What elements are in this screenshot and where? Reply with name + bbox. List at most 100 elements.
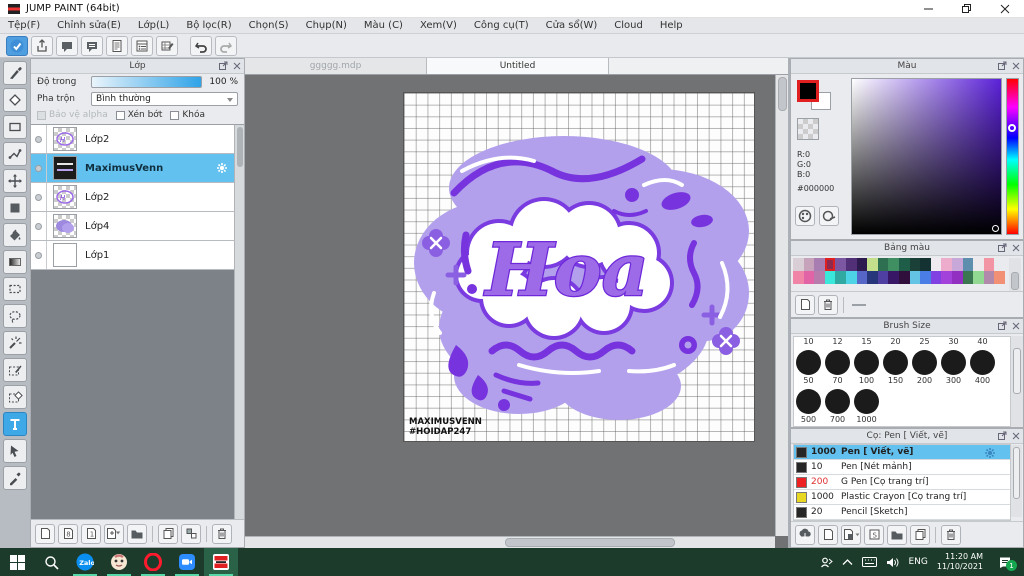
blend-mode-select[interactable]: Bình thường <box>91 92 238 106</box>
tool-move[interactable] <box>3 169 27 193</box>
layer-visibility-toggle[interactable] <box>31 125 47 153</box>
tool-polyline[interactable] <box>3 142 27 166</box>
new-folder-button[interactable] <box>127 523 147 544</box>
brush-settings-gear-icon[interactable] <box>984 447 996 459</box>
layer-settings-gear-icon[interactable] <box>216 162 228 174</box>
delete-brush-button[interactable] <box>941 524 961 545</box>
merge-layer-button[interactable] <box>181 523 201 544</box>
palette-swatch[interactable] <box>856 271 868 284</box>
palette-swatch[interactable] <box>877 258 889 271</box>
brush-size-option[interactable] <box>881 387 910 415</box>
brush-size-option[interactable] <box>823 348 852 376</box>
popout-icon[interactable] <box>997 430 1008 441</box>
palette-swatch[interactable] <box>888 258 899 271</box>
undo-button[interactable] <box>190 35 212 56</box>
palette-swatch[interactable] <box>983 258 995 271</box>
drawing-canvas[interactable]: Hoa MAXIMUSVENN #HOIDAP247 <box>403 92 755 442</box>
palette-swatch[interactable] <box>845 258 857 271</box>
palette-swatch[interactable] <box>973 258 984 271</box>
palette-swatch[interactable] <box>962 258 974 271</box>
menu-item-7[interactable]: Màu (C) <box>364 20 403 31</box>
share-button[interactable] <box>31 35 53 56</box>
opacity-slider[interactable] <box>91 76 202 88</box>
tool-select-rect[interactable] <box>3 277 27 301</box>
new-layer-button[interactable] <box>35 523 55 544</box>
checkbox-khóa[interactable]: Khóa <box>170 110 205 120</box>
palette-swatch[interactable] <box>983 271 995 284</box>
brush-size-option[interactable] <box>910 348 939 376</box>
menu-item-4[interactable]: Bộ lọc(R) <box>186 20 231 31</box>
brush-size-option[interactable] <box>968 348 997 376</box>
restore-button[interactable] <box>948 0 986 17</box>
brush-size-option[interactable] <box>939 348 968 376</box>
palette-swatch[interactable] <box>920 271 931 284</box>
tool-brush[interactable] <box>3 61 27 85</box>
tool-select-pen[interactable] <box>3 358 27 382</box>
menu-item-11[interactable]: Cloud <box>614 20 643 31</box>
new-1bit-layer-button[interactable]: 1 <box>81 523 101 544</box>
popout-icon[interactable] <box>997 320 1008 331</box>
chat-filled-button[interactable] <box>56 35 78 56</box>
tool-gradient[interactable] <box>3 250 27 274</box>
palette-swatch[interactable] <box>930 258 942 271</box>
saturation-value-picker[interactable] <box>851 78 1002 235</box>
palette-swatch[interactable] <box>803 258 815 271</box>
canvas-viewport[interactable]: Hoa MAXIMUSVENN #HOIDAP247 <box>245 75 775 536</box>
brush-size-option[interactable] <box>939 387 968 415</box>
tool-rectangle[interactable] <box>3 115 27 139</box>
duplicate-layer-button[interactable] <box>158 523 178 544</box>
popout-icon[interactable] <box>997 242 1008 253</box>
brush-size-scrollbar[interactable] <box>1011 336 1023 427</box>
layer-row-maximusvenn[interactable]: MaximusVenn <box>31 154 234 183</box>
palette-swatch[interactable] <box>920 258 931 271</box>
notification-center-icon[interactable]: 1 <box>992 556 1018 571</box>
popout-icon[interactable] <box>997 60 1008 71</box>
tool-text[interactable] <box>3 412 27 436</box>
palette-swatch[interactable] <box>909 271 921 284</box>
delete-layer-button[interactable] <box>212 523 232 544</box>
layer-row-lớp2[interactable]: H Lớp2 <box>31 125 234 154</box>
brush-size-option[interactable] <box>823 387 852 415</box>
taskbar-app-zoom-app[interactable] <box>170 548 204 576</box>
document-button[interactable] <box>106 35 128 56</box>
tool-fill-rect[interactable] <box>3 196 27 220</box>
redo-button[interactable] <box>215 35 237 56</box>
palette-swatch[interactable] <box>835 258 846 271</box>
foreground-color-swatch[interactable] <box>797 80 819 102</box>
palette-swatch[interactable] <box>877 271 889 284</box>
tab-ggggg-mdp[interactable]: ggggg.mdp <box>245 58 427 74</box>
volume-icon[interactable] <box>886 557 899 568</box>
check-button[interactable] <box>6 35 28 56</box>
palette-swatch[interactable] <box>951 258 963 271</box>
palette-swatch[interactable] <box>888 271 899 284</box>
brush-item-5[interactable]: 20 Pencil [Sketch] <box>794 505 1010 520</box>
touch-keyboard-icon[interactable] <box>862 557 878 567</box>
brush-item-1[interactable]: 1000 Pen [ Viết, vẽ] <box>794 445 1010 460</box>
checkbox-xén-bớt[interactable]: Xén bớt <box>115 110 162 120</box>
tool-eraser[interactable] <box>3 88 27 112</box>
menu-item-9[interactable]: Công cụ(T) <box>474 20 529 31</box>
brush-size-option[interactable] <box>794 348 823 376</box>
taskbar-app-search[interactable] <box>34 548 68 576</box>
tool-eyedropper[interactable] <box>3 466 27 490</box>
taskbar-app-medibang[interactable] <box>102 548 136 576</box>
taskbar-app-jump-paint[interactable] <box>204 548 238 576</box>
add-layer-dropdown-button[interactable] <box>104 523 124 544</box>
palette-swatch[interactable] <box>930 271 942 284</box>
script-brush-button[interactable]: S <box>864 524 884 545</box>
tool-select-eraser[interactable] <box>3 385 27 409</box>
people-icon[interactable] <box>820 556 834 569</box>
palette-dialog-button[interactable] <box>795 206 815 226</box>
brush-size-option[interactable] <box>794 387 823 415</box>
layer-visibility-toggle[interactable] <box>31 183 47 211</box>
palette-swatch[interactable] <box>941 258 952 271</box>
palette-scrollbar[interactable] <box>1009 258 1021 291</box>
brush-size-option[interactable] <box>968 387 997 415</box>
tool-shape-select[interactable] <box>3 439 27 463</box>
palette-swatch[interactable] <box>845 271 857 284</box>
clock[interactable]: 11:20 AM 11/10/2021 <box>937 552 983 572</box>
brush-size-option[interactable] <box>852 348 881 376</box>
cloud-brush-button[interactable] <box>795 524 815 545</box>
menu-item-6[interactable]: Chụp(N) <box>306 20 347 31</box>
layer-visibility-toggle[interactable] <box>31 212 47 240</box>
